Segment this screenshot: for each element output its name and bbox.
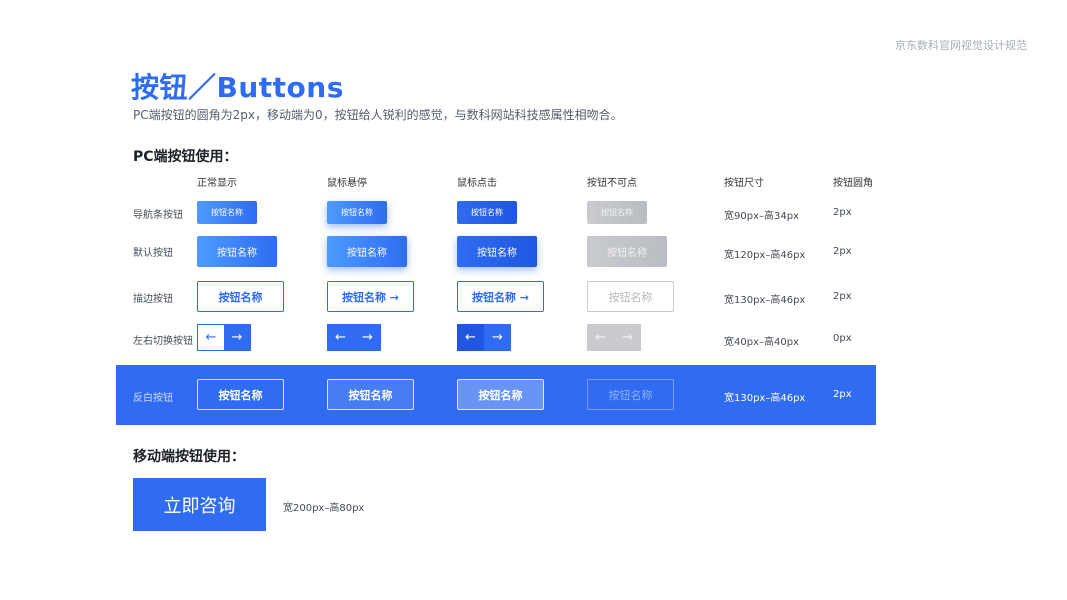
brand-label: 京东数科官网视觉设计规范: [895, 39, 1027, 52]
row-label-switch: 左右切换按钮: [133, 336, 193, 347]
inverse-button-disabled: 按钮名称: [587, 379, 674, 410]
page-subtitle: PC端按钮的圆角为2px，移动端为0，按钮给人锐利的感觉，与数科网站科技感属性相…: [133, 108, 623, 122]
col-click: 鼠标点击: [457, 178, 497, 189]
mobile-section-title: 移动端按钮使用：: [133, 449, 245, 465]
nav-button-hover[interactable]: 按钮名称: [327, 201, 387, 224]
default-button-disabled: 按钮名称: [587, 236, 667, 267]
switch-click: ← →: [457, 324, 511, 351]
outline-button-disabled: 按钮名称: [587, 281, 674, 312]
outline-button-hover[interactable]: 按钮名称 →: [327, 281, 414, 312]
col-disabled: 按钮不可点: [587, 178, 637, 189]
inverse-radius: 2px: [833, 389, 852, 400]
nav-radius: 2px: [833, 207, 852, 218]
default-button-normal[interactable]: 按钮名称: [197, 236, 277, 267]
default-size: 宽120px–高46px: [724, 250, 806, 261]
arrow-left-icon[interactable]: ←: [457, 324, 484, 351]
arrow-right-icon[interactable]: →: [354, 324, 381, 351]
pc-section-title: PC端按钮使用：: [133, 149, 238, 165]
nav-size: 宽90px–高34px: [724, 211, 799, 222]
switch-disabled: ← →: [587, 324, 641, 351]
inverse-button-normal[interactable]: 按钮名称: [197, 379, 284, 410]
col-normal: 正常显示: [197, 178, 237, 189]
arrow-left-icon[interactable]: ←: [327, 324, 354, 351]
inverse-size: 宽130px–高46px: [724, 393, 806, 404]
outline-size: 宽130px–高46px: [724, 295, 806, 306]
mobile-consult-button[interactable]: 立即咨询: [133, 478, 266, 531]
arrow-right-icon: →: [622, 330, 633, 345]
switch-hover: ← →: [327, 324, 381, 351]
default-button-hover[interactable]: 按钮名称: [327, 236, 407, 267]
arrow-left-icon[interactable]: ←: [198, 325, 224, 350]
switch-size: 宽40px–高40px: [724, 337, 799, 348]
col-radius: 按钮圆角: [833, 178, 873, 189]
outline-button-normal[interactable]: 按钮名称: [197, 281, 284, 312]
switch-normal: ← →: [197, 324, 251, 351]
inverse-button-hover[interactable]: 按钮名称: [327, 379, 414, 410]
arrow-left-icon: ←: [595, 330, 606, 345]
nav-button-normal[interactable]: 按钮名称: [197, 201, 257, 224]
row-label-default: 默认按钮: [133, 248, 173, 259]
mobile-size: 宽200px–高80px: [283, 503, 365, 514]
row-label-outline: 描边按钮: [133, 294, 173, 305]
default-radius: 2px: [833, 246, 852, 257]
outline-radius: 2px: [833, 291, 852, 302]
col-hover: 鼠标悬停: [327, 178, 367, 189]
switch-radius: 0px: [833, 333, 852, 344]
arrow-right-icon[interactable]: →: [484, 324, 511, 351]
row-label-nav: 导航条按钮: [133, 210, 183, 221]
arrow-right-icon[interactable]: →: [224, 325, 250, 350]
inverse-button-click[interactable]: 按钮名称: [457, 379, 544, 410]
outline-button-click[interactable]: 按钮名称 →: [457, 281, 544, 312]
nav-button-disabled: 按钮名称: [587, 201, 647, 224]
col-size: 按钮尺寸: [724, 178, 764, 189]
nav-button-click[interactable]: 按钮名称: [457, 201, 517, 224]
page-title: 按钮／Buttons: [131, 71, 344, 104]
default-button-click[interactable]: 按钮名称: [457, 236, 537, 267]
row-label-inverse: 反白按钮: [133, 393, 173, 404]
